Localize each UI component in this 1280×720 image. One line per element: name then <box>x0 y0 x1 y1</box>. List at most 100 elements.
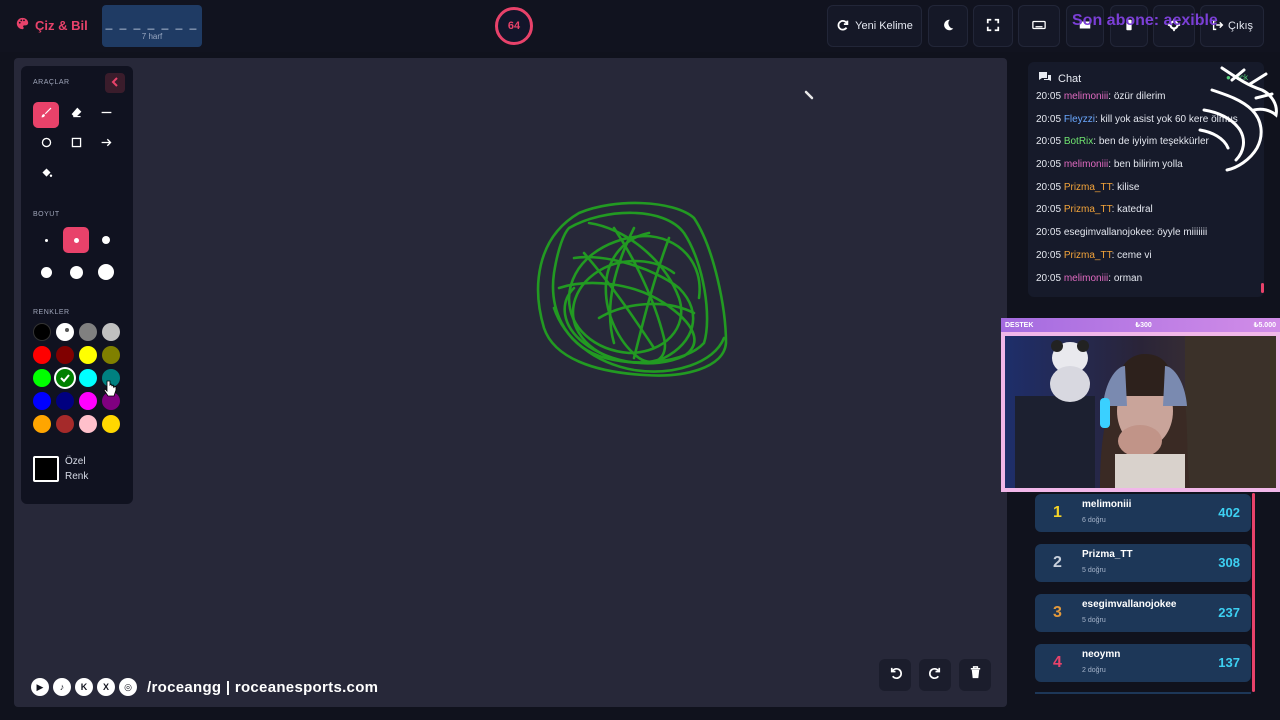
chat-message: 20:05 Prizma_TT: katedral <box>1036 204 1260 227</box>
eraser-tool[interactable] <box>63 102 89 128</box>
player-name: Prizma_TT <box>1082 549 1133 560</box>
color-swatch[interactable] <box>33 369 51 387</box>
chat-username[interactable]: melimoniii <box>1064 91 1108 102</box>
brand: Çiz & Bil <box>16 17 88 33</box>
color-swatch[interactable] <box>33 346 51 364</box>
chat-text: katedral <box>1117 204 1153 216</box>
custom-color-swatch <box>33 456 59 482</box>
chat-username[interactable]: esegimvallanojokee <box>1064 227 1152 238</box>
color-swatch[interactable] <box>33 392 51 410</box>
social-handle: /roceangg | roceanesports.com <box>147 678 379 696</box>
colors-section-label: RENKLER <box>33 309 70 316</box>
chat-header: Chat <box>1038 71 1081 86</box>
keyboard-button[interactable] <box>1018 5 1060 47</box>
color-swatch[interactable] <box>79 392 97 410</box>
color-swatch[interactable] <box>102 415 120 433</box>
custom-color-label: Özel Renk <box>65 456 89 482</box>
brush-size-1[interactable] <box>33 227 59 253</box>
chat-message: 20:05 Prizma_TT: kilise <box>1036 182 1260 205</box>
eraser-icon <box>70 106 83 124</box>
chat-title: Chat <box>1058 72 1082 85</box>
color-swatch[interactable] <box>56 323 74 341</box>
undo-button[interactable] <box>879 659 911 691</box>
color-swatch[interactable] <box>102 323 120 341</box>
word-length-hint: 7 harf <box>141 32 163 41</box>
rectangle-tool[interactable] <box>63 132 89 158</box>
color-swatch[interactable] <box>79 369 97 387</box>
brush-size-6[interactable] <box>93 259 119 285</box>
social-footer: ▶ ♪ K X ◎ /roceangg | roceanesports.com <box>31 678 378 696</box>
correct-count: 5 doğru <box>1082 567 1106 574</box>
drawing-canvas[interactable] <box>14 58 1007 707</box>
chat-scrollbar[interactable] <box>1261 283 1264 293</box>
chat-time: 20:05 <box>1036 113 1062 125</box>
trash-icon <box>968 665 983 685</box>
player-name: neoymn <box>1082 649 1121 660</box>
rank-number: 2 <box>1053 554 1062 571</box>
player-score: 402 <box>1218 505 1240 520</box>
arrow-tool[interactable] <box>93 132 119 158</box>
chat-text: ben bilirim yolla <box>1113 159 1183 171</box>
round-timer: 64 <box>495 7 533 45</box>
leaderboard-scrollbar[interactable] <box>1252 493 1255 692</box>
custom-color-button[interactable]: Özel Renk <box>33 448 121 490</box>
color-swatch[interactable] <box>79 346 97 364</box>
timer-value: 64 <box>507 20 521 32</box>
color-swatch[interactable] <box>102 346 120 364</box>
chat-username[interactable]: Prizma_TT <box>1064 204 1112 215</box>
size-dot <box>44 238 48 242</box>
dragon-logo <box>1198 66 1278 172</box>
redo-button[interactable] <box>919 659 951 691</box>
chat-time: 20:05 <box>1036 249 1062 261</box>
color-swatch[interactable] <box>79 323 97 341</box>
dark-mode-button[interactable] <box>928 5 968 47</box>
leaderboard-row: 1 melimoniii 6 doğru 402 <box>1035 494 1251 532</box>
paint-bucket-icon <box>40 166 53 184</box>
player-name: melimoniii <box>1082 499 1132 510</box>
chat-text: özür dilerim <box>1113 91 1166 102</box>
rank-number: 1 <box>1053 504 1062 521</box>
fullscreen-button[interactable] <box>973 5 1013 47</box>
chat-time: 20:05 <box>1036 272 1062 284</box>
moon-icon <box>941 18 955 35</box>
chat-username[interactable]: melimoniii <box>1064 273 1108 284</box>
brand-name: Çiz & Bil <box>35 17 88 33</box>
color-swatch[interactable] <box>56 346 74 364</box>
collapse-panel-button[interactable] <box>105 73 125 93</box>
tools-panel: ARAÇLAR BOYUT RENKLER Özel Renk <box>21 66 133 504</box>
fill-tool[interactable] <box>33 162 59 188</box>
color-swatch[interactable] <box>33 415 51 433</box>
player-score: 137 <box>1218 655 1240 670</box>
brush-size-4[interactable] <box>33 259 59 285</box>
arrow-right-icon <box>100 136 113 154</box>
chat-time: 20:05 <box>1036 227 1062 239</box>
chat-username[interactable]: Fleyzzi <box>1064 114 1095 125</box>
brush-tool[interactable] <box>33 102 59 128</box>
x-icon: X <box>97 678 115 696</box>
line-tool[interactable] <box>93 102 119 128</box>
chevron-left-icon <box>111 74 119 92</box>
chat-username[interactable]: Prizma_TT <box>1064 182 1112 193</box>
brush-icon <box>40 106 53 124</box>
check-icon <box>60 374 70 383</box>
chat-time: 20:05 <box>1036 159 1062 171</box>
circle-tool[interactable] <box>33 132 59 158</box>
chat-text: orman <box>1113 272 1143 284</box>
chat-username[interactable]: Prizma_TT <box>1064 250 1112 261</box>
chat-time: 20:05 <box>1036 136 1062 148</box>
color-swatch[interactable] <box>56 415 74 433</box>
color-swatch[interactable] <box>56 369 74 387</box>
color-swatch[interactable] <box>33 323 51 341</box>
correct-count: 2 doğru <box>1082 667 1106 674</box>
chat-username[interactable]: BotRix <box>1064 136 1093 147</box>
color-swatch[interactable] <box>56 392 74 410</box>
size-dot <box>73 237 79 243</box>
chat-username[interactable]: melimoniii <box>1064 159 1108 170</box>
chat-bubble-icon <box>1038 71 1052 86</box>
brush-size-3[interactable] <box>93 227 119 253</box>
color-swatch[interactable] <box>79 415 97 433</box>
brush-size-2[interactable] <box>63 227 89 253</box>
brush-size-5[interactable] <box>63 259 89 285</box>
clear-canvas-button[interactable] <box>959 659 991 691</box>
new-word-button[interactable]: Yeni Kelime <box>827 5 922 47</box>
